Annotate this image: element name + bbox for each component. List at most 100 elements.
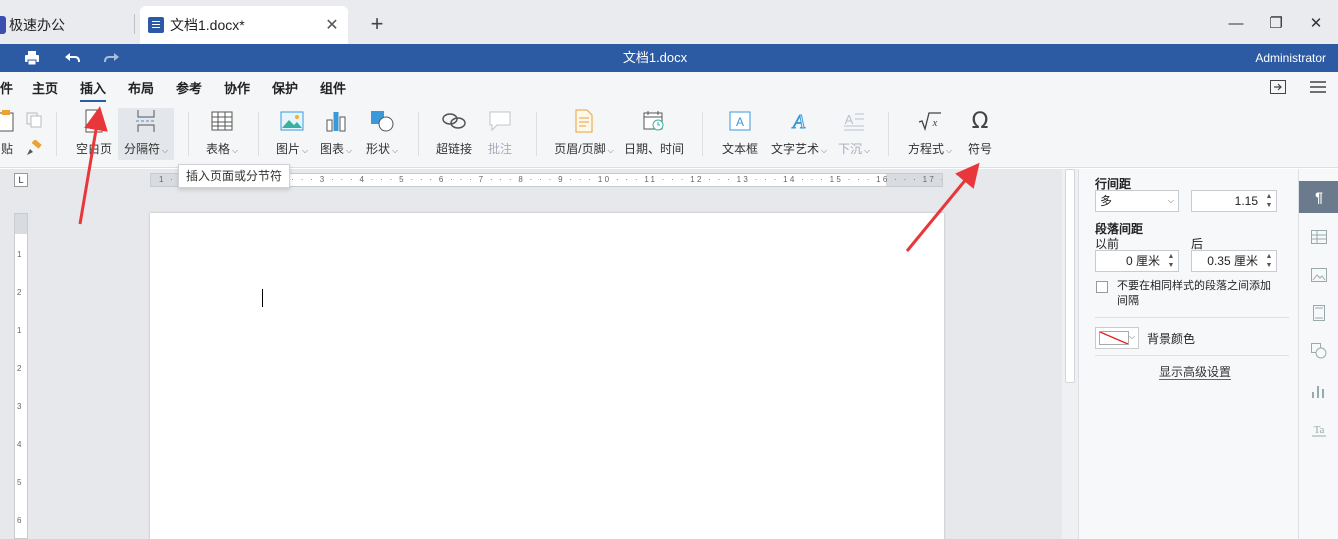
svg-text:A: A [791, 111, 806, 132]
restore-window-button[interactable]: ❐ [1264, 12, 1288, 36]
background-color-picker[interactable]: ⌵ [1095, 327, 1139, 349]
hyperlink-button[interactable]: 超链接 [434, 108, 474, 160]
vertical-ruler[interactable]: 1 2 1 2 3 4 5 6 [14, 213, 28, 539]
toolbar-divider [56, 112, 57, 156]
dropcap-icon: A [841, 108, 867, 134]
ribbon-toolbar: 贴 空白页 分隔符 ⌵ 表格 ⌵ 图片 ⌵ 图表 ⌵ 形状 ⌵ 超链接 批注 页… [0, 102, 1338, 168]
open-location-icon[interactable] [1270, 80, 1286, 94]
minimize-window-button[interactable]: — [1224, 12, 1248, 36]
text-cursor [262, 289, 263, 307]
panel-divider [1095, 355, 1289, 356]
chart-button[interactable]: 图表 ⌵ [318, 108, 354, 160]
line-spacing-mode-select[interactable]: 多 ⌵ [1095, 190, 1179, 212]
tab-insert[interactable]: 插入 [80, 78, 107, 102]
comment-label: 批注 [487, 142, 512, 156]
blank-page-button[interactable]: 空白页 [74, 108, 114, 160]
svg-text:x: x [932, 117, 938, 129]
spinner-arrows-icon[interactable]: ▲ ▼ [1264, 252, 1274, 270]
wordart-icon: A [786, 108, 812, 134]
spinner-arrows-icon[interactable]: ▲ ▼ [1166, 252, 1176, 270]
textbox-button[interactable]: A 文本框 [720, 108, 760, 160]
paragraph-settings-icon[interactable]: ¶ [1299, 181, 1338, 213]
document-title: 文档1.docx [622, 50, 688, 65]
toolbar-divider [536, 112, 537, 156]
header-footer-icon [571, 108, 597, 134]
textbox-icon: A [727, 108, 753, 134]
tab-app-home[interactable]: 极速办公 [0, 6, 134, 44]
comment-button[interactable]: 批注 [486, 108, 514, 160]
spacing-after-input[interactable]: 0.35 厘米 ▲ ▼ [1191, 250, 1277, 272]
header-footer-label: 页眉/页脚 [554, 142, 606, 156]
toolbar-divider [702, 112, 703, 156]
picture-label: 图片 [275, 142, 300, 156]
wordart-button[interactable]: A 文字艺术 ⌵ [770, 108, 828, 160]
table-button[interactable]: 表格 ⌵ [204, 108, 240, 160]
vertical-ruler-tick: 1 [17, 250, 22, 259]
browser-tab-strip: 极速办公 文档1.docx* ✕ + — ❐ ✕ [0, 0, 1338, 44]
paste-label: 贴 [0, 142, 13, 156]
symbol-label: 符号 [967, 142, 992, 156]
vertical-ruler-tick: 4 [17, 440, 22, 449]
spacing-before-input[interactable]: 0 厘米 ▲ ▼ [1095, 250, 1179, 272]
tab-protect[interactable]: 保护 [272, 78, 298, 97]
shapes-icon [369, 108, 395, 134]
table-icon [209, 108, 235, 134]
line-spacing-value: 1.15 [1234, 194, 1258, 208]
table-settings-icon[interactable] [1299, 221, 1338, 253]
close-tab-icon[interactable]: ✕ [322, 15, 342, 35]
symbol-button[interactable]: Ω 符号 [964, 108, 996, 160]
line-spacing-value-input[interactable]: 1.15 ▲ ▼ [1191, 190, 1277, 212]
spinner-arrows-icon[interactable]: ▲ ▼ [1264, 192, 1274, 210]
new-tab-button[interactable]: + [366, 11, 388, 37]
tab-references[interactable]: 参考 [176, 78, 202, 97]
shape-button[interactable]: 形状 ⌵ [364, 108, 400, 160]
tab-home[interactable]: 主页 [32, 78, 58, 97]
paste-button[interactable]: 贴 [0, 108, 18, 160]
header-footer-button[interactable]: 页眉/页脚 ⌵ [554, 108, 614, 160]
header-footer-settings-icon[interactable] [1299, 297, 1338, 329]
picture-button[interactable]: 图片 ⌵ [274, 108, 310, 160]
document-page[interactable] [150, 213, 944, 539]
user-name[interactable]: Administrator [1255, 44, 1326, 72]
svg-text:A: A [736, 115, 744, 129]
menu-hamburger-icon[interactable] [1310, 81, 1326, 93]
shape-settings-icon[interactable] [1299, 335, 1338, 367]
format-painter-icon[interactable] [26, 140, 42, 156]
wordart-label: 文字艺术 [770, 142, 819, 156]
tab-collaborate[interactable]: 协作 [224, 78, 250, 97]
image-settings-icon[interactable] [1299, 259, 1338, 291]
date-time-label: 日期、时间 [624, 142, 685, 156]
close-window-button[interactable]: ✕ [1304, 12, 1328, 36]
link-icon [441, 108, 467, 134]
equation-button[interactable]: x 方程式 ⌵ [906, 108, 954, 160]
right-icon-bar: ¶ Ta [1298, 169, 1338, 539]
no-space-same-style-checkbox[interactable] [1096, 281, 1108, 293]
copy-icon[interactable] [26, 112, 42, 128]
table-label: 表格 [205, 142, 230, 156]
tab-divider [134, 14, 135, 34]
tab-document[interactable]: 文档1.docx* ✕ [140, 6, 348, 44]
toolbar-divider [258, 112, 259, 156]
dropcap-button[interactable]: A 下沉 ⌵ [836, 108, 872, 160]
shape-label: 形状 [365, 142, 390, 156]
tab-plugins[interactable]: 组件 [320, 78, 346, 97]
date-time-button[interactable]: 日期、时间 [624, 108, 684, 160]
chevron-down-icon: ⌵ [607, 146, 614, 155]
tab-stop-selector[interactable]: L [14, 173, 28, 187]
paragraph-settings-panel: 行间距 多 ⌵ 1.15 ▲ ▼ 段落间距 以前 后 0 厘米 ▲ ▼ 0.35 厘… [1078, 169, 1298, 539]
tab-layout[interactable]: 布局 [128, 78, 154, 97]
vertical-ruler-tick: 1 [17, 326, 22, 335]
text-art-settings-icon[interactable]: Ta [1299, 413, 1338, 445]
omega-icon: Ω [971, 108, 989, 134]
show-advanced-settings-link[interactable]: 显示高级设置 [1159, 365, 1232, 380]
tab-file[interactable]: 件 [0, 78, 13, 97]
blank-page-icon [81, 108, 107, 134]
break-button[interactable]: 分隔符 ⌵ [118, 108, 174, 160]
toolbar-divider [188, 112, 189, 156]
no-space-same-style-label: 不要在相同样式的段落之间添加间隔 [1117, 280, 1271, 307]
scrollbar-thumb[interactable] [1065, 169, 1075, 383]
vertical-scrollbar[interactable] [1062, 169, 1078, 539]
chart-settings-icon[interactable] [1299, 375, 1338, 407]
document-icon [148, 17, 164, 33]
chevron-down-icon: ⌵ [1128, 332, 1135, 341]
